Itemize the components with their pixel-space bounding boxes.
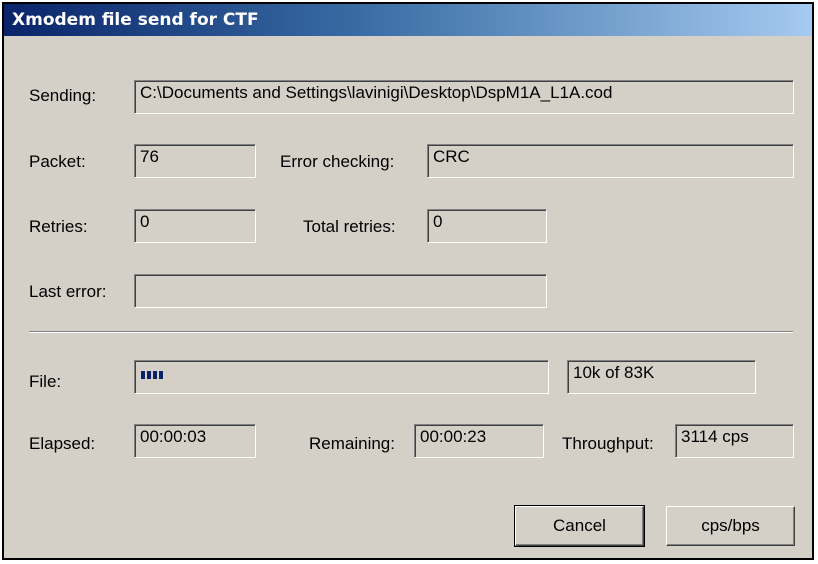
sending-label: Sending: (29, 86, 97, 105)
total-retries-label: Total retries: (303, 217, 396, 236)
xmodem-dialog: Xmodem file send for CTF Sending: C:\Doc… (2, 2, 814, 560)
progress-block (153, 371, 157, 379)
progress-block (159, 371, 163, 379)
elapsed-field: 00:00:03 (134, 424, 256, 458)
remaining-label: Remaining: (309, 434, 395, 453)
packet-label: Packet: (29, 152, 86, 171)
file-label: File: (29, 372, 62, 391)
error-checking-field: CRC (427, 144, 794, 178)
cps-bps-button[interactable]: cps/bps (666, 506, 795, 546)
window-title: Xmodem file send for CTF (12, 10, 259, 30)
progress-block (141, 371, 145, 379)
error-checking-label: Error checking: (280, 152, 395, 171)
progress-fill (141, 371, 163, 379)
retries-label: Retries: (29, 217, 88, 236)
elapsed-label: Elapsed: (29, 434, 96, 453)
file-progress-bar (134, 360, 549, 394)
cancel-button[interactable]: Cancel (514, 505, 645, 547)
retries-field: 0 (134, 209, 256, 243)
progress-block (147, 371, 151, 379)
throughput-field: 3114 cps (675, 424, 794, 458)
separator (29, 331, 793, 333)
sending-field: C:\Documents and Settings\lavinigi\Deskt… (134, 80, 794, 114)
last-error-field (134, 274, 547, 308)
packet-field: 76 (134, 144, 256, 178)
last-error-label: Last error: (29, 282, 107, 301)
file-size-field: 10k of 83K (567, 360, 756, 394)
throughput-label: Throughput: (562, 434, 654, 453)
title-bar[interactable]: Xmodem file send for CTF (4, 4, 812, 36)
total-retries-field: 0 (427, 209, 547, 243)
remaining-field: 00:00:23 (414, 424, 544, 458)
